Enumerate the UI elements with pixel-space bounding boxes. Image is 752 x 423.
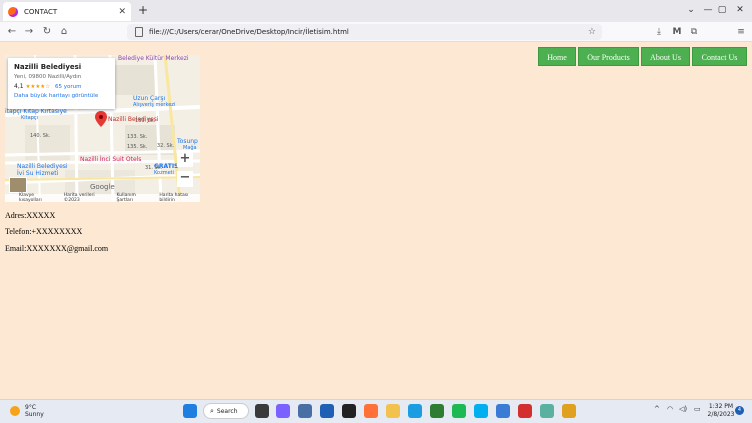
notification-badge[interactable]: 4	[735, 406, 744, 415]
home-nav-button[interactable]: Home	[538, 47, 576, 66]
contact-email: Email:XXXXXXX@gmail.com	[5, 244, 109, 253]
firefox-icon	[8, 6, 18, 17]
zoom-in-button[interactable]: +	[177, 151, 193, 167]
start-windows-icon[interactable]	[183, 404, 197, 418]
store-app-icon[interactable]	[430, 404, 444, 418]
app-icon[interactable]	[496, 404, 510, 418]
map-label-bookstore-sub: Kitapçı	[21, 115, 39, 121]
sun-icon	[10, 406, 20, 416]
maximize-button[interactable]: ▢	[712, 2, 732, 18]
navigation-toolbar: ← → ↻ ⌂ file:///C:/Users/cerar/OneDrive/…	[0, 22, 752, 42]
keyboard-shortcuts-link[interactable]: Klavye kısayolları	[19, 193, 54, 203]
place-name: Nazilli Belediyesi	[14, 63, 82, 71]
report-error-link[interactable]: Harita hatası bildirin	[159, 193, 200, 203]
spotify-icon[interactable]	[452, 404, 466, 418]
contact-phone: Telefon:+XXXXXXXX	[5, 227, 83, 236]
about-nav-button[interactable]: About Us	[641, 47, 690, 66]
rating-value: 4,1	[14, 83, 24, 90]
clock-time: 1:32 PM	[708, 403, 734, 410]
wifi-icon[interactable]: ◠	[667, 405, 673, 413]
back-button[interactable]: ←	[4, 22, 20, 42]
satellite-toggle[interactable]	[9, 177, 27, 193]
taskbar-clock[interactable]: 1:32 PM 2/8/2023	[704, 403, 738, 419]
map-attribution: Klavye kısayolları Harita verileri ©2023…	[5, 193, 200, 203]
forward-button[interactable]: →	[21, 22, 37, 42]
weather-widget[interactable]: 9°C Sunny	[10, 404, 44, 418]
map-label-bazaar-sub: Alışveriş merkezi	[133, 102, 176, 108]
search-icon: ⌕	[210, 406, 214, 415]
search-label: Search	[216, 407, 238, 415]
google-logo: Google	[90, 183, 115, 191]
map-label-gratis-sub: Kozmeti	[154, 170, 175, 176]
skype-icon[interactable]	[474, 404, 488, 418]
url-text[interactable]: file:///C:/Users/cerar/OneDrive/Desktop/…	[149, 28, 588, 36]
taskbar-search[interactable]: ⌕ Search	[203, 403, 249, 419]
place-info-card: Nazilli Belediyesi Yeni, 09800 Nazilli/A…	[8, 58, 115, 109]
place-address: Yeni, 09800 Nazilli/Aydın	[14, 74, 82, 80]
firefox-taskbar-icon[interactable]	[364, 404, 378, 418]
rating-stars-icon: ★★★★☆	[25, 84, 51, 90]
address-bar[interactable]: file:///C:/Users/cerar/OneDrive/Desktop/…	[127, 24, 602, 40]
close-tab-icon[interactable]: ✕	[118, 7, 126, 17]
new-tab-button[interactable]: +	[136, 2, 150, 18]
close-window-button[interactable]: ✕	[730, 2, 750, 18]
teams-chat-icon[interactable]	[276, 404, 290, 418]
contact-nav-button[interactable]: Contact Us	[692, 47, 747, 66]
zoom-out-button[interactable]: −	[177, 171, 193, 187]
terminal-icon[interactable]	[342, 404, 356, 418]
task-view-icon[interactable]	[255, 404, 269, 418]
bookmark-star-icon[interactable]: ☆	[588, 27, 596, 37]
browser-tab[interactable]: CONTACT ✕	[3, 2, 131, 21]
app-icon-2[interactable]	[540, 404, 554, 418]
sublime-icon[interactable]	[562, 404, 576, 418]
map-label-street4: 133. Sk.	[135, 118, 156, 124]
file-explorer-icon[interactable]	[386, 404, 400, 418]
map-label-bookstore: itapçı Kitap Kırtasiye	[5, 108, 67, 115]
map-label-tosun: Tosunp	[177, 138, 198, 145]
contact-address: Adres:XXXXX	[5, 211, 56, 220]
clock-date: 2/8/2023	[707, 411, 735, 418]
volume-icon[interactable]: ◁)	[679, 405, 687, 413]
file-icon	[135, 27, 143, 37]
widgets-icon[interactable]	[298, 404, 312, 418]
extensions-icon[interactable]: ⧉	[686, 22, 702, 42]
map-label-street3: 140. Sk.	[30, 133, 51, 139]
account-icon[interactable]: M	[669, 22, 685, 42]
home-button[interactable]: ⌂	[56, 22, 72, 42]
map-label-water: Nazilli Belediyesi	[17, 163, 68, 170]
acrobat-icon[interactable]	[518, 404, 532, 418]
tab-title: CONTACT	[24, 7, 58, 16]
map-pin-icon[interactable]	[95, 111, 107, 127]
terms-link[interactable]: Kullanım Şartları	[117, 193, 150, 203]
tray-chevron-icon[interactable]: ^	[654, 405, 660, 413]
map-label-water-sub: İvi Su Hizmeti	[17, 170, 59, 177]
map-label-gratis: GRATIS	[154, 163, 179, 170]
menu-icon[interactable]: ≡	[733, 22, 749, 42]
map-label-street2: 135. Sk.	[127, 144, 148, 150]
place-rating: 4,1 ★★★★☆ 65 yorum	[14, 83, 109, 90]
larger-map-link[interactable]: Daha büyük haritayı görüntüle	[14, 93, 109, 99]
products-nav-button[interactable]: Our Products	[578, 47, 639, 66]
map-data-text: Harita verileri ©2023	[63, 193, 95, 203]
mail-icon[interactable]	[320, 404, 334, 418]
map-label-culture-center: Belediye Kültür Merkezi	[118, 55, 189, 62]
map-label-hotel: Nazilli İnci Suit Otels	[80, 156, 142, 163]
battery-icon[interactable]: ▭	[694, 405, 701, 413]
map-label-bazaar: Uzun Çarşı	[133, 95, 166, 102]
weather-condition: Sunny	[25, 411, 44, 418]
map-label-street1: 133. Sk.	[127, 134, 148, 140]
reload-button[interactable]: ↻	[39, 22, 55, 42]
map-label-street6: 32. Sk.	[157, 143, 175, 149]
edge-icon[interactable]	[408, 404, 422, 418]
temperature: 9°C	[25, 404, 37, 411]
reviews-link[interactable]: 65 yorum	[55, 84, 81, 90]
downloads-icon[interactable]: ⤓	[651, 22, 667, 42]
